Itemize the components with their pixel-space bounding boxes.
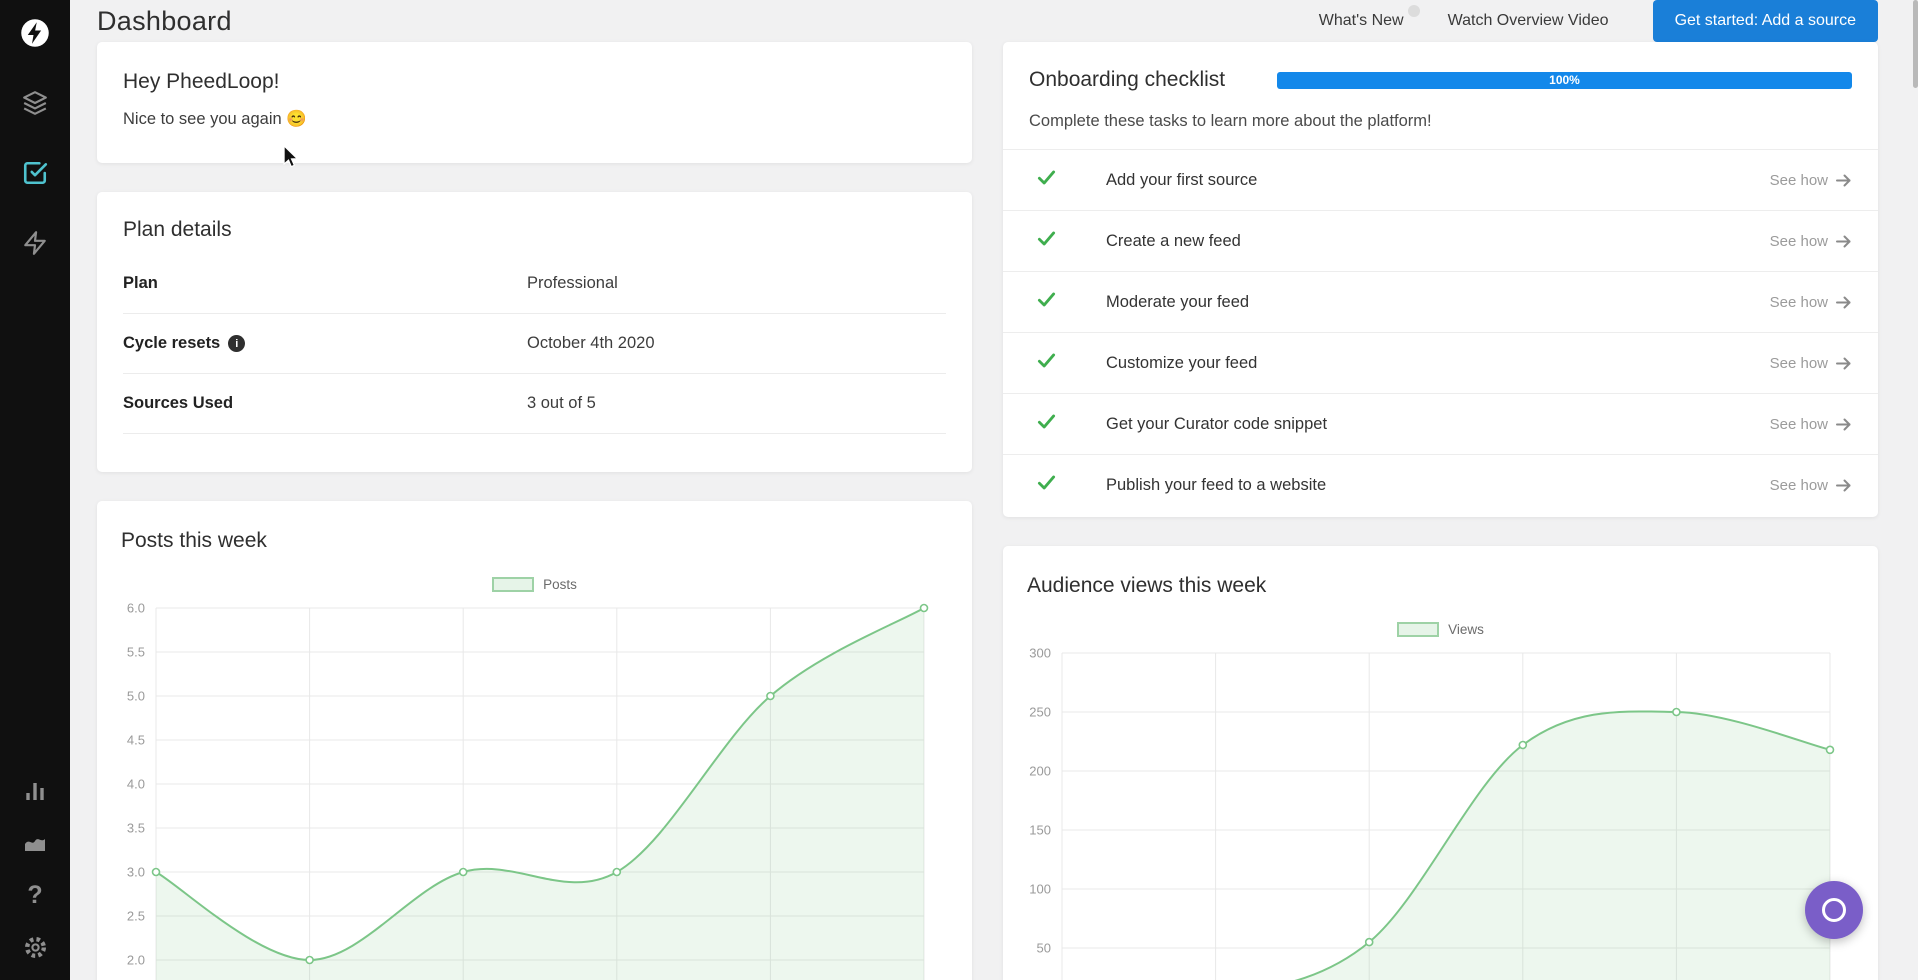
- greeting-message: Nice to see you again 😊: [123, 110, 307, 128]
- checklist-row: Add your first source See how: [1003, 149, 1878, 210]
- checklist-item-label: Publish your feed to a website: [1106, 475, 1327, 494]
- plan-row-label: Plan: [123, 274, 158, 292]
- posts-chart-title: Posts this week: [121, 529, 267, 552]
- layers-icon[interactable]: [20, 88, 50, 118]
- svg-text:4.0: 4.0: [127, 777, 145, 792]
- checklist-item-label: Customize your feed: [1106, 353, 1258, 372]
- header-nav: What's New Watch Overview Video Get star…: [1319, 0, 1878, 42]
- plan-row-value: 3 out of 5: [527, 394, 596, 412]
- legend-swatch: [492, 577, 535, 592]
- see-how-link[interactable]: See how: [1770, 294, 1852, 311]
- views-chart-legend: Views: [1027, 622, 1854, 637]
- plan-row-value: October 4th 2020: [527, 334, 655, 352]
- onboarding-card: Onboarding checklist 100% Complete these…: [1003, 42, 1878, 517]
- see-how-link[interactable]: See how: [1770, 477, 1852, 494]
- check-icon: [1037, 412, 1057, 436]
- plan-row-label: Cycle resets: [123, 334, 527, 353]
- main-content: Dashboard What's New Watch Overview Vide…: [70, 0, 1918, 980]
- svg-text:100: 100: [1029, 882, 1051, 897]
- see-how-link[interactable]: See how: [1770, 416, 1852, 433]
- chat-icon: [1822, 898, 1846, 922]
- svg-text:50: 50: [1037, 941, 1051, 956]
- see-how-link[interactable]: See how: [1770, 355, 1852, 372]
- checklist-row: Moderate your feed See how: [1003, 271, 1878, 332]
- onboarding-subtitle: Complete these tasks to learn more about…: [1029, 112, 1432, 130]
- watch-video-link[interactable]: Watch Overview Video: [1448, 12, 1609, 30]
- svg-text:2.0: 2.0: [127, 953, 145, 968]
- legend-swatch: [1397, 622, 1440, 637]
- plan-details-card: Plan details Plan Professional Cycle res…: [97, 192, 972, 472]
- svg-text:5.5: 5.5: [127, 645, 145, 660]
- zap-icon[interactable]: [20, 228, 50, 258]
- svg-text:5.0: 5.0: [127, 689, 145, 704]
- notification-dot: [1407, 5, 1420, 17]
- plan-details-title: Plan details: [123, 218, 232, 241]
- plan-row: Plan Professional: [123, 254, 946, 314]
- greeting-title: Hey PheedLoop!: [123, 70, 280, 93]
- check-icon: [1037, 351, 1057, 375]
- svg-text:3.5: 3.5: [127, 821, 145, 836]
- svg-text:300: 300: [1029, 646, 1051, 661]
- posts-chart-legend: Posts: [121, 577, 948, 592]
- checklist-item-label: Moderate your feed: [1106, 292, 1250, 311]
- page-header: Dashboard What's New Watch Overview Vide…: [97, 0, 1878, 42]
- see-how-link[interactable]: See how: [1770, 233, 1852, 250]
- check-icon: [1037, 473, 1057, 497]
- greeting-card: Hey PheedLoop! Nice to see you again 😊: [97, 42, 972, 163]
- svg-text:3.0: 3.0: [127, 865, 145, 880]
- checklist-row: Create a new feed See how: [1003, 210, 1878, 271]
- arrow-right-icon: [1836, 235, 1851, 247]
- plan-details-table: Plan Professional Cycle resets October 4…: [97, 254, 972, 434]
- add-source-button[interactable]: Get started: Add a source: [1652, 0, 1878, 42]
- arrow-right-icon: [1836, 418, 1851, 430]
- settings-gear-icon[interactable]: [20, 932, 50, 962]
- help-icon[interactable]: ?: [20, 880, 50, 910]
- checklist-item-label: Add your first source: [1106, 170, 1258, 189]
- plan-row: Cycle resets October 4th 2020: [123, 314, 946, 374]
- svg-text:150: 150: [1029, 823, 1051, 838]
- posts-line-chart: 6.0 5.5 5.0 4.5 4.0 3.5 3.0 2.5 2.0: [121, 598, 948, 980]
- onboarding-checklist: Add your first source See how Create a n…: [1003, 149, 1878, 515]
- bar-chart-icon[interactable]: [20, 776, 50, 806]
- arrow-right-icon: [1836, 357, 1851, 369]
- check-icon: [1037, 229, 1057, 253]
- info-icon[interactable]: [228, 335, 246, 352]
- svg-text:250: 250: [1029, 705, 1051, 720]
- plan-row-value: Professional: [527, 274, 618, 292]
- area-chart-icon[interactable]: [20, 828, 50, 858]
- svg-text:4.5: 4.5: [127, 733, 145, 748]
- whats-new-link[interactable]: What's New: [1319, 5, 1420, 30]
- posts-chart-card: Posts this week Posts 6.0 5.5 5.0 4.5 4.0 3.5…: [97, 501, 972, 980]
- arrow-right-icon: [1836, 479, 1851, 491]
- check-square-icon[interactable]: [20, 158, 50, 188]
- right-column: Onboarding checklist 100% Complete these…: [1003, 42, 1878, 980]
- views-line-chart: 300250200150100500: [1027, 643, 1854, 980]
- onboarding-progress-bar: 100%: [1277, 71, 1852, 89]
- progress-label: 100%: [1549, 73, 1580, 87]
- curator-logo-icon[interactable]: [20, 18, 50, 48]
- see-how-link[interactable]: See how: [1770, 172, 1852, 189]
- check-icon: [1037, 168, 1057, 192]
- svg-text:2.5: 2.5: [127, 909, 145, 924]
- svg-text:200: 200: [1029, 764, 1051, 779]
- views-chart-title: Audience views this week: [1027, 574, 1267, 597]
- checklist-item-label: Get your Curator code snippet: [1106, 414, 1328, 433]
- svg-text:6.0: 6.0: [127, 601, 145, 616]
- check-icon: [1037, 290, 1057, 314]
- checklist-row: Customize your feed See how: [1003, 332, 1878, 393]
- arrow-right-icon: [1836, 174, 1851, 186]
- checklist-item-label: Create a new feed: [1106, 231, 1241, 250]
- checklist-row: Get your Curator code snippet See how: [1003, 393, 1878, 454]
- plan-row-label: Sources Used: [123, 394, 234, 412]
- arrow-right-icon: [1836, 296, 1851, 308]
- scrollbar-thumb[interactable]: [1913, 0, 1918, 88]
- left-column: Hey PheedLoop! Nice to see you again 😊 P…: [97, 42, 972, 980]
- onboarding-title: Onboarding checklist: [1029, 68, 1226, 91]
- views-chart-card: Audience views this week Views 300 250 200…: [1003, 546, 1878, 980]
- checklist-row: Publish your feed to a website See how: [1003, 454, 1878, 515]
- page-title: Dashboard: [97, 5, 232, 36]
- chat-widget-button[interactable]: [1805, 881, 1863, 939]
- sidebar: ?: [0, 0, 70, 980]
- plan-row: Sources Used 3 out of 5: [123, 374, 946, 434]
